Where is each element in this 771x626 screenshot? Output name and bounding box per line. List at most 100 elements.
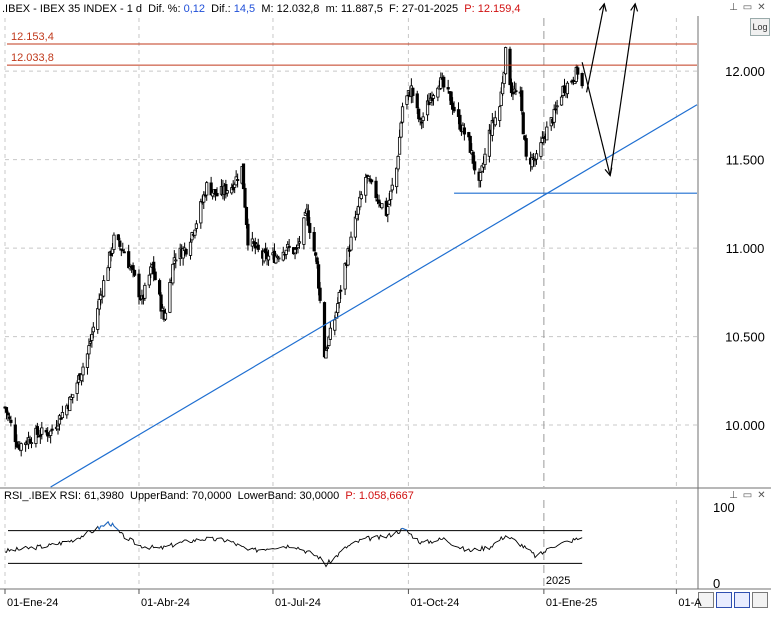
- candle-body: [336, 303, 340, 314]
- candle-body: [90, 333, 94, 341]
- candle-body: [188, 241, 193, 256]
- price-tick-label: 11.000: [726, 241, 765, 256]
- price-tick-label: 10.000: [725, 418, 765, 433]
- time-tick-label: 01-Ene-25: [546, 597, 597, 609]
- candle-body: [534, 153, 539, 160]
- candle-body: [143, 284, 147, 299]
- candle-body: [514, 90, 518, 93]
- candle-body: [127, 251, 131, 269]
- candle-body: [339, 289, 343, 292]
- candle-body: [374, 180, 378, 198]
- candle-body: [293, 249, 297, 254]
- candle-body: [324, 350, 328, 359]
- candle-body: [478, 172, 483, 182]
- candle-body: [281, 251, 285, 261]
- candle-body: [13, 424, 17, 443]
- candle-body: [88, 341, 92, 344]
- candle-body: [343, 263, 347, 290]
- candle-body: [44, 430, 48, 433]
- candle-body: [417, 108, 421, 120]
- candle-body: [205, 182, 209, 196]
- price-tick-label: 10.500: [725, 330, 765, 345]
- candle-body: [325, 347, 330, 349]
- candle-body: [122, 251, 126, 254]
- candle-body: [405, 95, 409, 105]
- candle-body: [318, 287, 322, 301]
- candle-body: [7, 416, 12, 419]
- candle-body: [157, 280, 162, 295]
- candle-body: [502, 72, 506, 85]
- candle-body: [462, 127, 466, 135]
- projection-arrow-segment: [581, 62, 611, 176]
- candle-body: [328, 327, 332, 340]
- candle-body: [353, 216, 358, 238]
- candle-body: [102, 280, 106, 297]
- candle-body: [387, 199, 391, 205]
- candle-body: [498, 106, 502, 121]
- candle-body: [501, 82, 505, 95]
- candle-body: [116, 234, 120, 241]
- candle-body: [539, 142, 543, 157]
- candle-body: [87, 345, 91, 355]
- candle-body: [149, 266, 153, 275]
- chart-canvas[interactable]: 12.153,4 12.033,8 12.000 11.500 11.000 10.50…: [0, 0, 771, 626]
- candle-body: [241, 163, 246, 190]
- rsi-tick-label: 0: [713, 576, 720, 591]
- candle-body: [15, 441, 19, 448]
- projection-arrow-segment: [585, 3, 605, 93]
- candle-body: [436, 87, 440, 98]
- candle-body: [284, 249, 288, 255]
- resistance-label: 12.033,8: [11, 52, 54, 64]
- projection-arrow-segment: [609, 3, 636, 176]
- candle-body: [503, 47, 508, 75]
- candle-body: [59, 417, 63, 420]
- candle-body: [483, 153, 487, 166]
- candle-body: [386, 206, 390, 215]
- rsi-line: [4, 521, 583, 568]
- candle-body: [508, 48, 512, 86]
- candle-body: [359, 194, 363, 200]
- candle-body: [9, 419, 13, 423]
- candle-body: [56, 425, 60, 430]
- candle-body: [377, 199, 381, 204]
- candle-body: [50, 428, 54, 431]
- candle-body: [132, 269, 137, 276]
- candle-body: [442, 76, 446, 88]
- candle-body: [315, 257, 319, 265]
- candle-body: [565, 82, 570, 95]
- time-tick-label: 01-A: [678, 597, 702, 609]
- candle-body: [524, 138, 528, 157]
- candle-body: [147, 274, 151, 286]
- candle-body: [184, 248, 188, 255]
- candle-body: [399, 122, 403, 138]
- candle-body: [370, 179, 374, 183]
- rsi-overbought-segment: [400, 527, 408, 531]
- candle-body: [545, 126, 549, 141]
- candle-body: [243, 187, 247, 208]
- time-tick-label: 01-Abr-24: [141, 597, 190, 609]
- axes: 12.000 11.500 11.000 10.500 10.000 01-Ene-24 0…: [0, 16, 771, 609]
- candle-body: [81, 366, 85, 376]
- candle-body: [308, 223, 312, 233]
- candle-body: [420, 121, 424, 124]
- candle-body: [367, 176, 371, 180]
- candle-body: [468, 135, 472, 153]
- candle-body: [277, 257, 281, 260]
- candle-body: [4, 407, 9, 413]
- candle-body: [431, 95, 436, 99]
- candle-body: [40, 427, 44, 435]
- candle-body: [168, 282, 172, 313]
- candle-body: [421, 116, 425, 121]
- candle-body: [415, 93, 419, 109]
- candle-body: [246, 223, 250, 246]
- candle-body: [112, 234, 116, 250]
- candle-body: [153, 271, 157, 281]
- candle-body: [397, 136, 402, 155]
- candle-body: [559, 96, 564, 106]
- candle-body: [458, 114, 462, 130]
- candle-body: [85, 353, 90, 368]
- time-tick-label: 01-Oct-24: [410, 597, 459, 609]
- candle-body: [236, 179, 240, 181]
- rsi-grid: [4, 500, 677, 588]
- rsi-tick-label: 100: [713, 500, 735, 515]
